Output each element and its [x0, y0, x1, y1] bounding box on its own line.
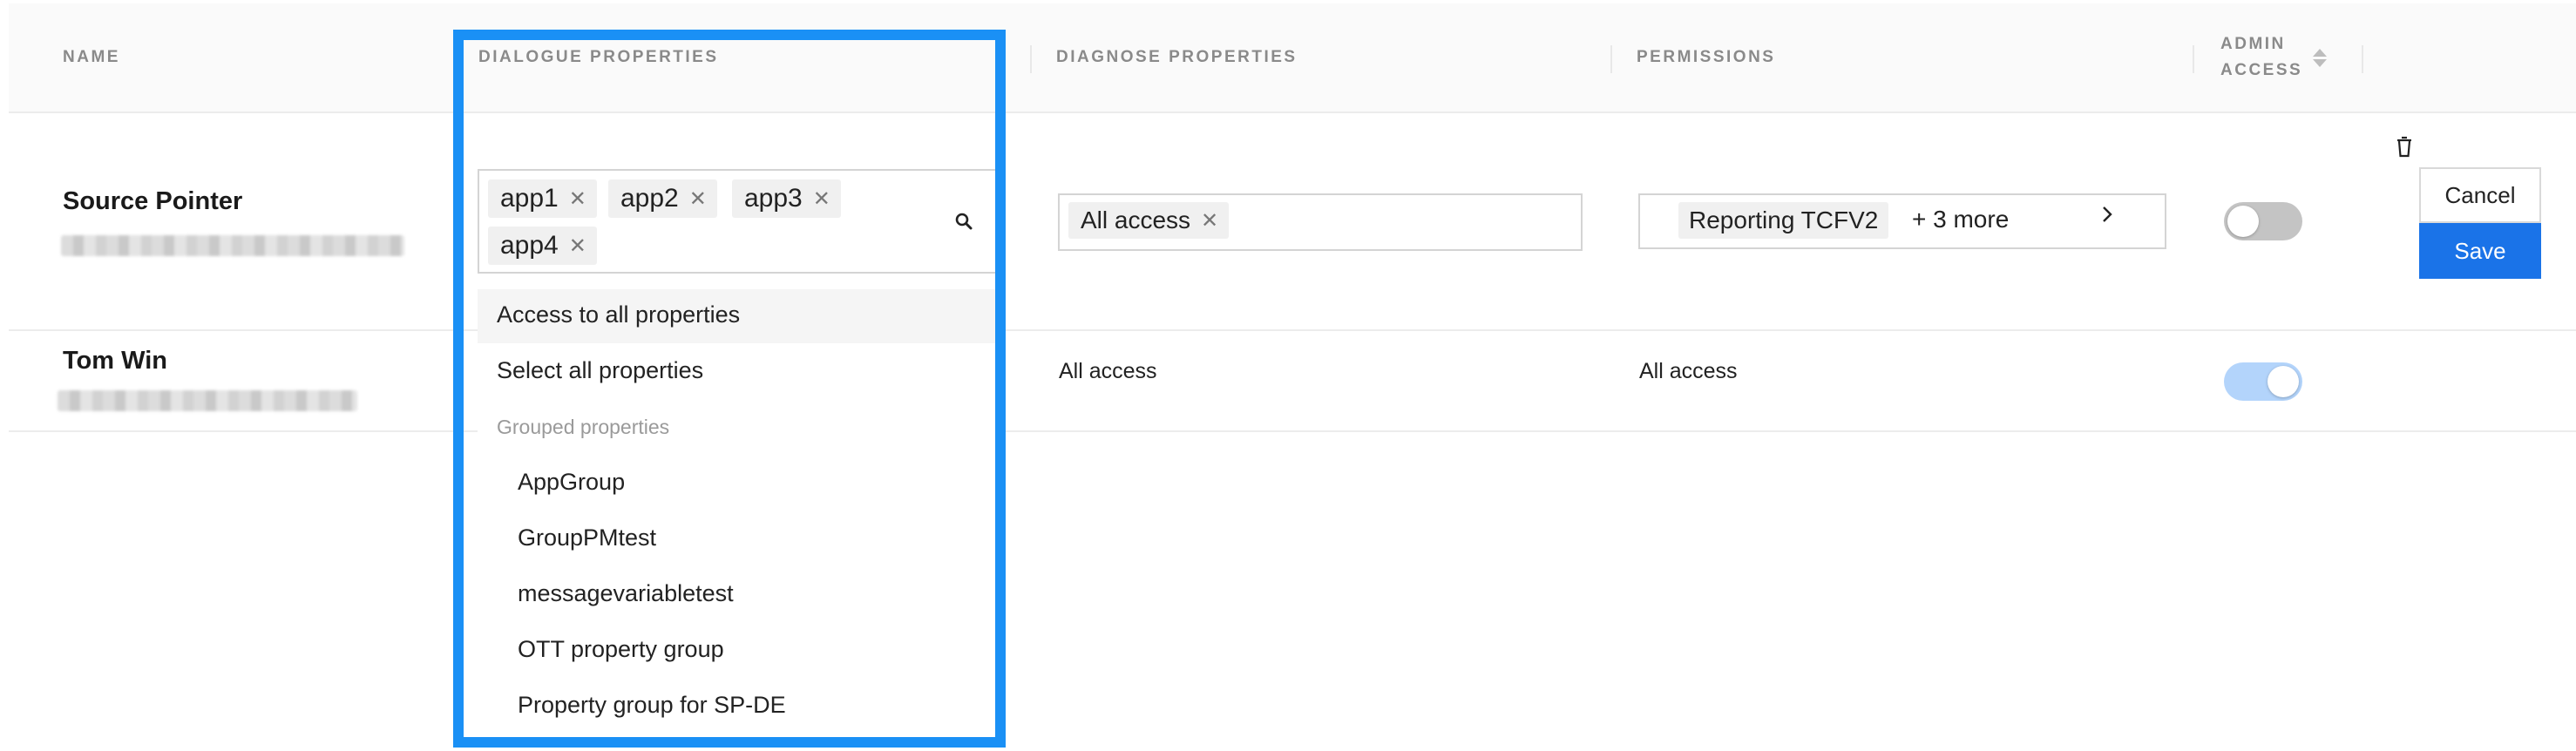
selected-tag: app2 ✕	[608, 179, 717, 218]
column-header-permissions: PERMISSIONS	[1637, 48, 1776, 66]
trash-icon[interactable]	[2395, 136, 2414, 159]
tag-label: Reporting TCFV2	[1689, 206, 1879, 233]
tag-label: app1	[500, 184, 559, 213]
tag-label: app4	[500, 231, 559, 260]
toggle-knob	[2268, 366, 2299, 397]
diagnose-properties-value: All access	[1059, 359, 1157, 383]
column-divider	[2362, 45, 2363, 73]
column-divider	[1610, 45, 1612, 73]
close-icon[interactable]: ✕	[689, 186, 707, 212]
more-count[interactable]: + 3 more	[1912, 206, 2009, 233]
user-name: Tom Win	[63, 347, 168, 375]
row-divider	[9, 430, 2576, 432]
table-header: NAME DIALOGUE PROPERTIES DIAGNOSE PROPER…	[9, 3, 2576, 113]
close-icon[interactable]: ✕	[1201, 208, 1218, 233]
close-icon[interactable]: ✕	[569, 186, 586, 212]
column-header-diagnose-properties: DIAGNOSE PROPERTIES	[1056, 48, 1298, 66]
dropdown-group-option[interactable]: messagevariabletest	[518, 580, 734, 607]
permissions-value: All access	[1639, 359, 1738, 383]
selected-tag: app4 ✕	[488, 227, 597, 265]
cancel-button[interactable]: Cancel	[2419, 167, 2541, 223]
save-button[interactable]: Save	[2419, 223, 2541, 279]
admin-access-label-line1: ADMIN	[2220, 35, 2286, 53]
dropdown-group-option[interactable]: GroupPMtest	[518, 524, 656, 551]
dropdown-group-option[interactable]: AppGroup	[518, 469, 625, 496]
close-icon[interactable]: ✕	[813, 186, 830, 212]
selected-tag: app3 ✕	[732, 179, 841, 218]
user-email-redacted	[58, 390, 357, 411]
toggle-knob	[2227, 206, 2259, 237]
selected-tag: All access ✕	[1068, 202, 1230, 239]
dropdown-option[interactable]: Select all properties	[497, 357, 703, 384]
column-divider	[2193, 45, 2194, 73]
admin-access-label-line2: ACCESS	[2220, 61, 2303, 79]
permissions-select[interactable]: Reporting TCFV2 + 3 more	[1638, 193, 2166, 249]
tag-label: app3	[744, 184, 803, 213]
column-header-dialogue-properties: DIALOGUE PROPERTIES	[478, 48, 719, 66]
sort-icon[interactable]	[2313, 48, 2328, 67]
column-header-admin-access[interactable]: ADMIN ACCESS	[2220, 3, 2328, 112]
selected-tag: Reporting TCFV2	[1678, 202, 1889, 239]
user-name: Source Pointer	[63, 187, 243, 215]
tag-label: All access	[1081, 206, 1191, 233]
table-row: Source Pointer app1 ✕ app2 ✕ app3 ✕ app4…	[0, 113, 2576, 329]
chevron-right-icon[interactable]	[2098, 204, 2116, 227]
dialogue-properties-select[interactable]: app1 ✕ app2 ✕ app3 ✕ app4 ✕	[478, 169, 1000, 274]
close-icon[interactable]: ✕	[569, 233, 586, 259]
dropdown-group-option[interactable]: Property group for SP-DE	[518, 692, 786, 719]
search-icon[interactable]	[953, 211, 974, 232]
column-divider	[1030, 45, 1032, 73]
selected-tag: app1 ✕	[488, 179, 597, 218]
admin-access-toggle[interactable]	[2224, 362, 2302, 401]
dropdown-group-option[interactable]: OTT property group	[518, 636, 724, 663]
dropdown-group-label: Grouped properties	[497, 416, 670, 438]
dialogue-properties-dropdown: Access to all properties Select all prop…	[478, 279, 997, 746]
dropdown-option[interactable]: Access to all properties	[497, 301, 740, 328]
admin-access-toggle[interactable]	[2224, 202, 2302, 240]
diagnose-properties-select[interactable]: All access ✕	[1058, 193, 1583, 251]
table-row: Tom Win All access All access	[0, 331, 2576, 430]
column-header-name: NAME	[63, 48, 120, 66]
tag-label: app2	[620, 184, 679, 213]
user-email-redacted	[61, 235, 404, 256]
